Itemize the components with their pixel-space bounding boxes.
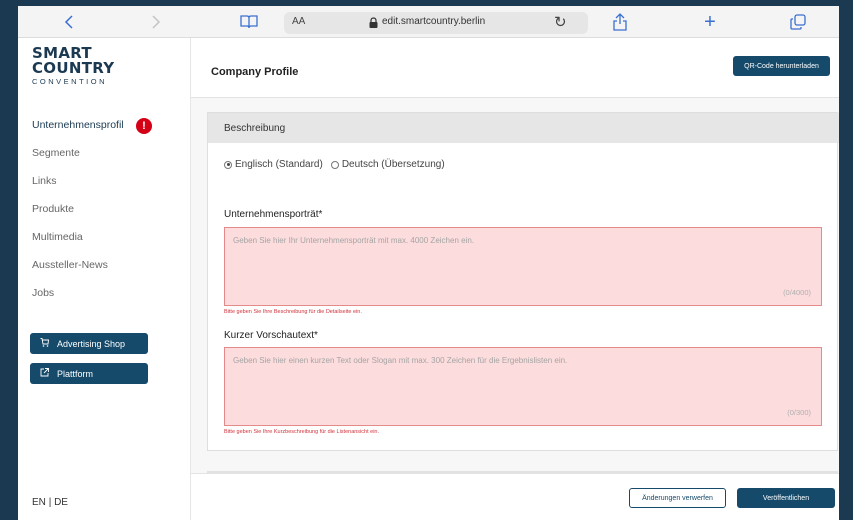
lang-en-link[interactable]: EN	[32, 497, 46, 508]
advertising-shop-label: Advertising Shop	[57, 338, 126, 349]
sidebar-item-label: Jobs	[32, 287, 55, 299]
short-text-placeholder: Geben Sie hier einen kurzen Text oder Sl…	[233, 356, 568, 365]
lang-separator: |	[48, 497, 52, 508]
lock-icon	[369, 17, 378, 28]
lang-de-link[interactable]: DE	[54, 497, 68, 508]
sidebar-item-label: Segmente	[32, 147, 80, 159]
sidebar-item-segmente[interactable]: Segmente	[32, 147, 80, 159]
logo-line-3: CONVENTION	[32, 77, 108, 86]
chevron-left-icon[interactable]	[61, 10, 77, 34]
qr-code-download-button[interactable]: QR-Code herunterladen	[733, 56, 830, 76]
sidebar-item-unternehmensprofil[interactable]: Unternehmensprofil	[32, 119, 124, 131]
chevron-right-icon[interactable]	[148, 10, 164, 34]
sidebar-item-label: Aussteller-News	[32, 259, 108, 271]
main-content: Beschreibung Englisch (Standard) Deutsch…	[191, 98, 839, 475]
plus-icon[interactable]: +	[701, 10, 719, 34]
card-title: Beschreibung	[224, 123, 286, 134]
language-switcher: EN | DE	[32, 497, 68, 508]
sidebar-item-aussteller-news[interactable]: Aussteller-News	[32, 259, 108, 271]
radio-english[interactable]	[224, 160, 232, 169]
short-text-error: Bitte geben Sie Ihre Kurzbeschreibung fü…	[224, 429, 380, 435]
plattform-label: Plattform	[57, 368, 94, 379]
logo[interactable]: SMART COUNTRY CONVENTION	[32, 46, 114, 86]
external-link-icon	[40, 368, 49, 379]
publish-button[interactable]: Veröffentlichen	[737, 488, 835, 508]
tabs-icon[interactable]	[789, 10, 807, 34]
portrait-counter: (0/4000)	[783, 288, 811, 297]
reader-size-button[interactable]: AA	[292, 16, 305, 27]
sidebar-item-label: Links	[32, 175, 57, 187]
browser-toolbar: AA edit.smartcountry.berlin ↻ +	[18, 6, 839, 38]
short-text-label: Kurzer Vorschautext*	[224, 330, 318, 341]
short-text-textarea[interactable]: Geben Sie hier einen kurzen Text oder Sl…	[224, 347, 822, 426]
description-card: Beschreibung Englisch (Standard) Deutsch…	[207, 112, 839, 451]
browser-window: AA edit.smartcountry.berlin ↻ + SMART CO…	[18, 6, 839, 520]
sidebar: SMART COUNTRY CONVENTION Unternehmenspro…	[18, 38, 191, 520]
portrait-label: Unternehmensporträt*	[224, 209, 323, 220]
portrait-textarea[interactable]: Geben Sie hier Ihr Unternehmensporträt m…	[224, 227, 822, 306]
sidebar-item-label: Produkte	[32, 203, 75, 215]
sidebar-item-multimedia[interactable]: Multimedia	[32, 231, 83, 243]
cart-icon	[40, 338, 50, 349]
short-text-counter: (0/300)	[787, 408, 811, 417]
page-title: Company Profile	[211, 66, 299, 78]
sidebar-item-jobs[interactable]: Jobs	[32, 287, 54, 299]
alert-icon: !	[136, 118, 152, 134]
reload-icon[interactable]: ↻	[554, 13, 567, 31]
radio-german[interactable]	[330, 160, 339, 169]
language-radio-group: Englisch (Standard) Deutsch (Übersetzung…	[224, 159, 445, 170]
radio-english-label[interactable]: Englisch (Standard)	[235, 159, 323, 170]
sidebar-item-links[interactable]: Links	[32, 175, 57, 187]
address-bar[interactable]: AA edit.smartcountry.berlin ↻	[284, 12, 588, 34]
sidebar-item-produkte[interactable]: Produkte	[32, 203, 74, 215]
radio-german-label[interactable]: Deutsch (Übersetzung)	[342, 159, 445, 170]
sidebar-item-label: Multimedia	[32, 231, 83, 243]
portrait-placeholder: Geben Sie hier Ihr Unternehmensporträt m…	[233, 236, 475, 245]
url-text: edit.smartcountry.berlin	[382, 16, 486, 27]
share-icon[interactable]	[611, 10, 629, 34]
sidebar-item-label: Unternehmensprofil	[32, 119, 124, 131]
footer-bar: Änderungen verwerfen Veröffentlichen	[191, 473, 839, 520]
discard-changes-button[interactable]: Änderungen verwerfen	[629, 488, 726, 508]
book-icon[interactable]	[238, 10, 260, 34]
advertising-shop-button[interactable]: Advertising Shop	[30, 333, 148, 354]
logo-line-2: COUNTRY	[32, 59, 115, 77]
portrait-error: Bitte geben Sie Ihre Beschreibung für di…	[224, 309, 362, 315]
card-header: Beschreibung	[208, 113, 839, 143]
plattform-button[interactable]: Plattform	[30, 363, 148, 384]
